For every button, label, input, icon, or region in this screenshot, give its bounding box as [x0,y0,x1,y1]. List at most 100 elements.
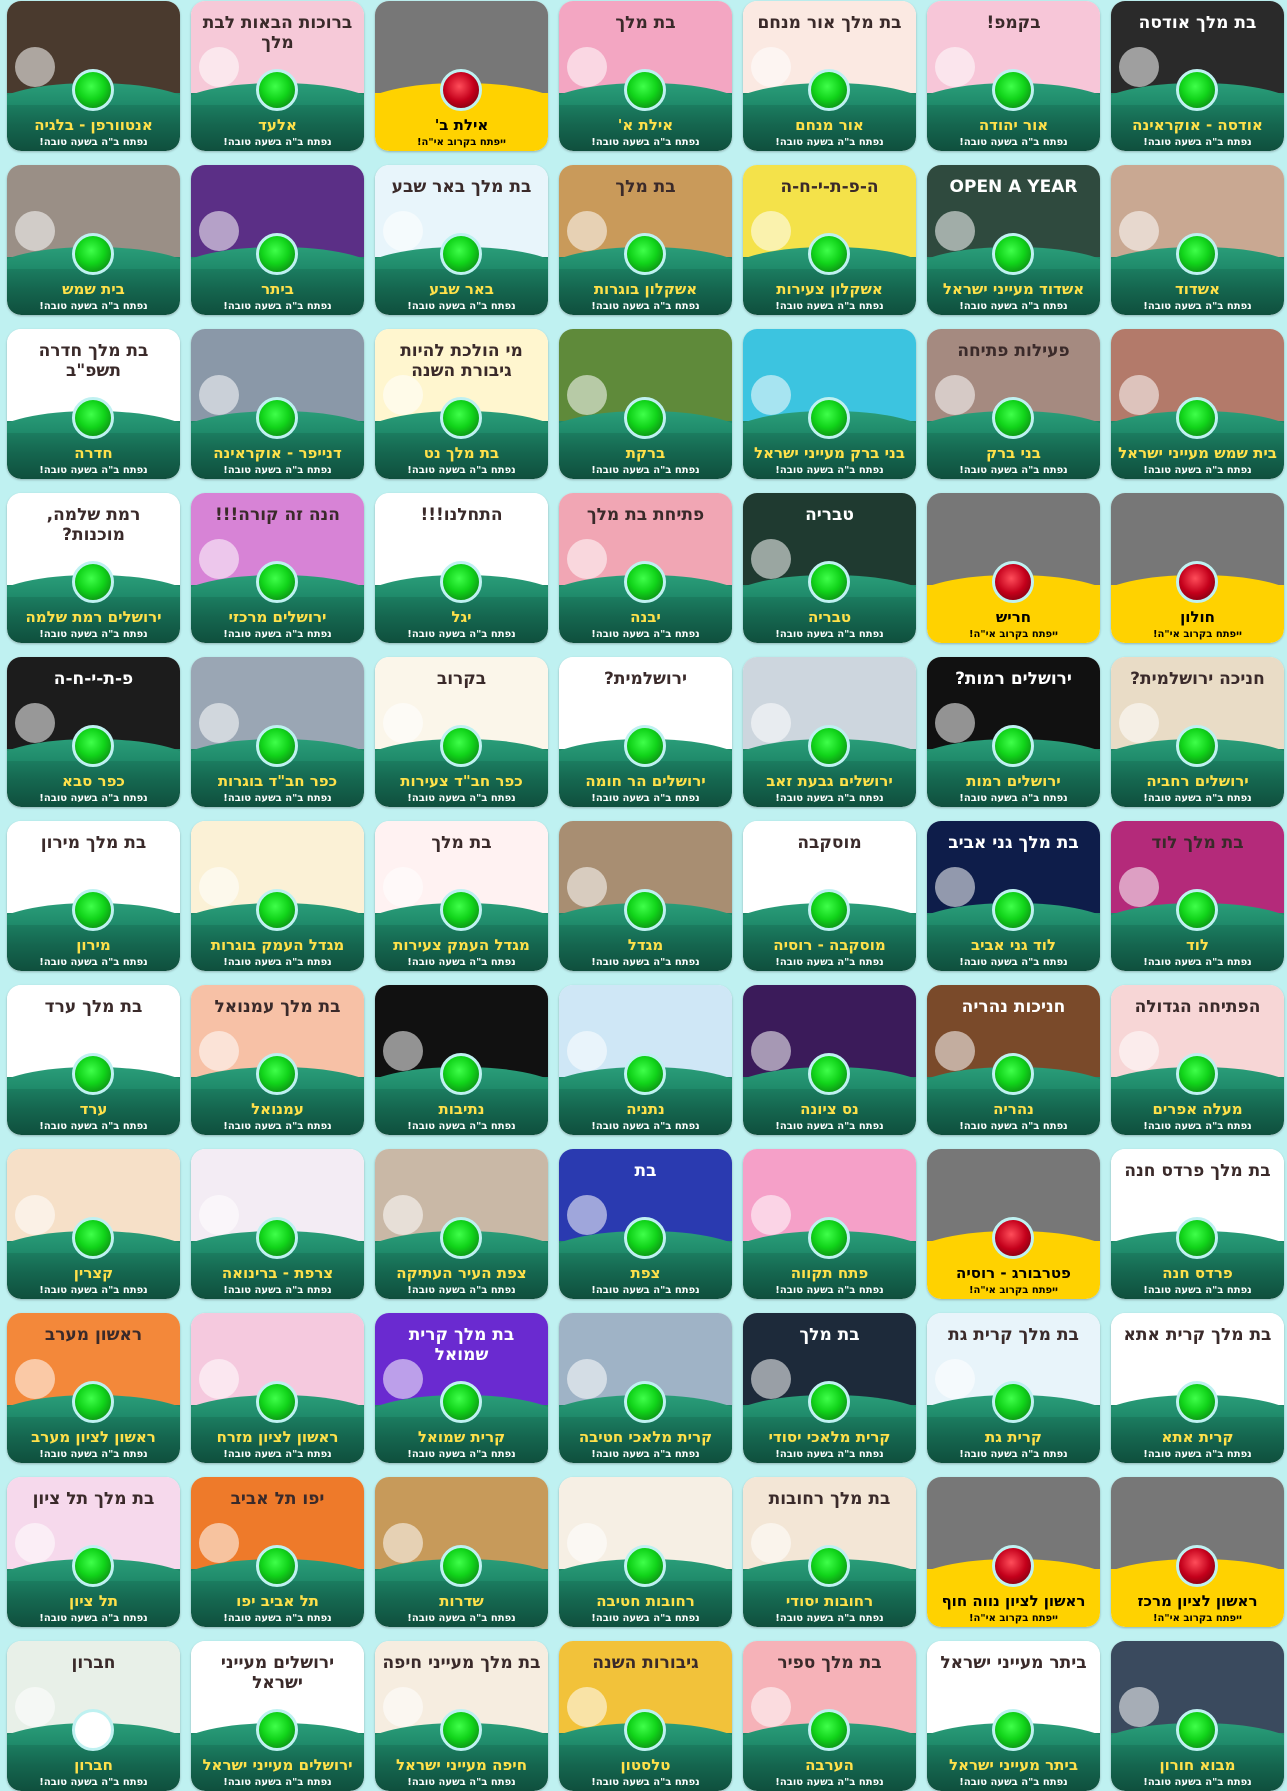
branch-card[interactable]: מוסקבה מוסקבה - רוסיה נפתח ב"ה בשעה טובה! [743,821,916,971]
branch-card[interactable]: מבוא חורון נפתח ב"ה בשעה טובה! [1111,1641,1284,1791]
branch-card[interactable]: בת מלך תל ציון תל ציון נפתח ב"ה בשעה טובה! [7,1477,180,1627]
branch-name: ערד [79,1100,108,1118]
branch-card[interactable]: בת מלך מגדל העמק צעירות נפתח ב"ה בשעה טובה… [375,821,548,971]
branch-card[interactable]: בת מלך ספיר הערבה נפתח ב"ה בשעה טובה! [743,1641,916,1791]
branch-card[interactable]: בת מלך אשקלון בוגרות נפתח ב"ה בשעה טובה! [559,165,732,315]
branch-card[interactable]: בת מלך קרית אתא קרית אתא נפתח ב"ה בשעה טוב… [1111,1313,1284,1463]
status-indicator-icon [440,1053,482,1095]
branch-card[interactable]: בת מלך גני אביב לוד גני אביב נפתח ב"ה בשעה… [927,821,1100,971]
branch-card[interactable]: ירושלים מעייני ישראל ירושלים מעייני ישראל… [191,1641,364,1791]
branch-card[interactable]: בת מלך רחובות רחובות יסודי נפתח ב"ה בשעה ט… [743,1477,916,1627]
branch-card[interactable]: גיבורות השנה טלסטון נפתח ב"ה בשעה טובה! [559,1641,732,1791]
branch-card[interactable]: קצרין נפתח ב"ה בשעה טובה! [7,1149,180,1299]
branch-card[interactable]: נס ציונה נפתח ב"ה בשעה טובה! [743,985,916,1135]
branch-card[interactable]: ירושלמית? ירושלים הר חומה נפתח ב"ה בשעה טו… [559,657,732,807]
branch-card[interactable]: חניכות נהריה נהריה נפתח ב"ה בשעה טובה! [927,985,1100,1135]
branch-status: נפתח ב"ה בשעה טובה! [775,301,884,312]
branch-card[interactable]: כפר חב"ד בוגרות נפתח ב"ה בשעה טובה! [191,657,364,807]
branch-card[interactable]: בת צפת נפתח ב"ה בשעה טובה! [559,1149,732,1299]
branch-card[interactable]: בת מלך פרדס חנה פרדס חנה נפתח ב"ה בשעה טוב… [1111,1149,1284,1299]
branch-status: נפתח ב"ה בשעה טובה! [1143,137,1252,148]
branch-name: אשדוד [1174,280,1221,298]
branch-name: ירושלים גבעת זאב [766,772,893,790]
thumbnail-caption: בת מלך קרית שמואל [408,1325,515,1365]
branch-card[interactable]: ברוכות הבאות לבת מלך אלעד נפתח ב"ה בשעה טו… [191,1,364,151]
branch-card[interactable]: הנה זה קורה!!! ירושלים מרכזי נפתח ב"ה בשעה… [191,493,364,643]
branch-card[interactable]: ראשון לציון מרכז ייפתח בקרוב אי"ה! [1111,1477,1284,1627]
status-indicator-icon [1176,1545,1218,1587]
branch-card[interactable]: ראשון לציון מזרח נפתח ב"ה בשעה טובה! [191,1313,364,1463]
branch-card[interactable]: יפו תל אביב תל אביב יפו נפתח ב"ה בשעה טובה… [191,1477,364,1627]
branch-card[interactable]: דנייפר - אוקראינה נפתח ב"ה בשעה טובה! [191,329,364,479]
branch-card[interactable]: בת מלך אודסה אודסה - אוקראינה נפתח ב"ה בשע… [1111,1,1284,151]
branch-card[interactable]: ירושלים רמות? ירושלים רמות נפתח ב"ה בשעה ט… [927,657,1100,807]
thumbnail-decoration [383,867,423,907]
branch-card[interactable]: בית שמש מעייני ישראל נפתח ב"ה בשעה טובה! [1111,329,1284,479]
branch-card[interactable]: בת מלך חדרה תשפ"ב חדרה נפתח ב"ה בשעה טובה! [7,329,180,479]
branch-card[interactable]: ראשון מערב ראשון לציון מערב נפתח ב"ה בשעה … [7,1313,180,1463]
status-indicator-icon [72,69,114,111]
branch-card[interactable]: OPEN A YEAR אשדוד מעייני ישראל נפתח ב"ה בש… [927,165,1100,315]
branch-card[interactable]: בת מלך באר שבע באר שבע נפתח ב"ה בשעה טובה! [375,165,548,315]
branch-card[interactable]: בת מלך אור מנחם אור מנחם נפתח ב"ה בשעה טוב… [743,1,916,151]
branch-card[interactable]: בת מלך מעייני חיפה חיפה מעייני ישראל נפתח … [375,1641,548,1791]
branch-card[interactable]: הפתיחה הגדולה מעלה אפרים נפתח ב"ה בשעה טוב… [1111,985,1284,1135]
branch-card[interactable]: ראשון לציון נווה חוף ייפתח בקרוב אי"ה! [927,1477,1100,1627]
branch-card[interactable]: ה-פ-ת-י-ח-ה אשקלון צעירות נפתח ב"ה בשעה טו… [743,165,916,315]
thumbnail-caption: בת מלך קרית אתא [1123,1325,1272,1345]
branch-card[interactable]: פתיחת בת מלך יבנה נפתח ב"ה בשעה טובה! [559,493,732,643]
branch-card[interactable]: ביתר מעייני ישראל ביתר מעייני ישראל נפתח ב… [927,1641,1100,1791]
branch-card[interactable]: בת מלך קרית שמואל קרית שמואל נפתח ב"ה בשעה… [375,1313,548,1463]
thumbnail-decoration [199,1523,239,1563]
branch-card[interactable]: ירושלים גבעת זאב נפתח ב"ה בשעה טובה! [743,657,916,807]
branch-card[interactable]: ברקת נפתח ב"ה בשעה טובה! [559,329,732,479]
branch-card[interactable]: בקרוב כפר חב"ד צעירות נפתח ב"ה בשעה טובה! [375,657,548,807]
branch-card[interactable]: קרית מלאכי חטיבה נפתח ב"ה בשעה טובה! [559,1313,732,1463]
branch-card[interactable]: בית שמש נפתח ב"ה בשעה טובה! [7,165,180,315]
branch-status: נפתח ב"ה בשעה טובה! [959,1121,1068,1132]
branch-card[interactable]: התחלנו!!! יגל נפתח ב"ה בשעה טובה! [375,493,548,643]
branch-card[interactable]: חריש ייפתח בקרוב אי"ה! [927,493,1100,643]
branch-status: נפתח ב"ה בשעה טובה! [39,957,148,968]
branch-card[interactable]: אשדוד נפתח ב"ה בשעה טובה! [1111,165,1284,315]
branch-card[interactable]: פ-ת-י-ח-ה כפר סבא נפתח ב"ה בשעה טובה! [7,657,180,807]
branch-name: דנייפר - אוקראינה [213,444,342,462]
branch-card[interactable]: בקמפ! אור יהודה נפתח ב"ה בשעה טובה! [927,1,1100,151]
branch-card[interactable]: בת מלך ערד ערד נפתח ב"ה בשעה טובה! [7,985,180,1135]
branch-card[interactable]: בת מלך מירון מירון נפתח ב"ה בשעה טובה! [7,821,180,971]
branch-name: ביתר [261,280,294,298]
branch-card[interactable]: צרפת - ברינואה נפתח ב"ה בשעה טובה! [191,1149,364,1299]
branch-card[interactable]: שדרות נפתח ב"ה בשעה טובה! [375,1477,548,1627]
branch-card[interactable]: טבריה טבריה נפתח ב"ה בשעה טובה! [743,493,916,643]
branch-card[interactable]: בת מלך קרית גת קרית גת נפתח ב"ה בשעה טובה! [927,1313,1100,1463]
branch-card[interactable]: בת מלך לוד לוד נפתח ב"ה בשעה טובה! [1111,821,1284,971]
branch-card[interactable]: פעילות פתיחה בני ברק נפתח ב"ה בשעה טובה! [927,329,1100,479]
branch-card[interactable]: רמת שלמה, מוכנות? ירושלים רמת שלמה נפתח ב"… [7,493,180,643]
branch-card[interactable]: צפת העיר העתיקה נפתח ב"ה בשעה טובה! [375,1149,548,1299]
branch-card[interactable]: חברון חברון נפתח ב"ה בשעה טובה! [7,1641,180,1791]
branch-card[interactable]: פתח תקווה נפתח ב"ה בשעה טובה! [743,1149,916,1299]
branch-card[interactable]: נתניה נפתח ב"ה בשעה טובה! [559,985,732,1135]
branch-card[interactable]: מגדל העמק בוגרות נפתח ב"ה בשעה טובה! [191,821,364,971]
thumbnail-decoration [383,1359,423,1399]
branch-card[interactable]: מי הולכת להיות גיבורת השנה בת מלך נט נפתח … [375,329,548,479]
thumbnail-decoration [567,211,607,251]
branch-card[interactable]: בני ברק מעייני ישראל נפתח ב"ה בשעה טובה! [743,329,916,479]
branch-card[interactable]: רחובות חטיבה נפתח ב"ה בשעה טובה! [559,1477,732,1627]
status-indicator-icon [624,233,666,275]
branch-status: נפתח ב"ה בשעה טובה! [775,793,884,804]
branch-status: נפתח ב"ה בשעה טובה! [775,1449,884,1460]
status-indicator-icon [72,725,114,767]
branch-card[interactable]: מגדל נפתח ב"ה בשעה טובה! [559,821,732,971]
branch-card[interactable]: נתיבות נפתח ב"ה בשעה טובה! [375,985,548,1135]
branch-card[interactable]: בת מלך עמנואל עמנואל נפתח ב"ה בשעה טובה! [191,985,364,1135]
branch-card[interactable]: ביתר נפתח ב"ה בשעה טובה! [191,165,364,315]
branch-card[interactable]: אילת ב' ייפתח בקרוב אי"ה! [375,1,548,151]
branch-card[interactable]: אנטוורפן - בלגיה נפתח ב"ה בשעה טובה! [7,1,180,151]
thumbnail-decoration [1119,1031,1159,1071]
branch-card[interactable]: בת מלך קרית מלאכי יסודי נפתח ב"ה בשעה טובה… [743,1313,916,1463]
branch-card[interactable]: חולון ייפתח בקרוב אי"ה! [1111,493,1284,643]
branch-card[interactable]: חניכה ירושלמית? ירושלים רחביה נפתח ב"ה בשע… [1111,657,1284,807]
branch-card[interactable]: פטרבורג - רוסיה ייפתח בקרוב אי"ה! [927,1149,1100,1299]
branch-card[interactable]: בת מלך אילת א' נפתח ב"ה בשעה טובה! [559,1,732,151]
